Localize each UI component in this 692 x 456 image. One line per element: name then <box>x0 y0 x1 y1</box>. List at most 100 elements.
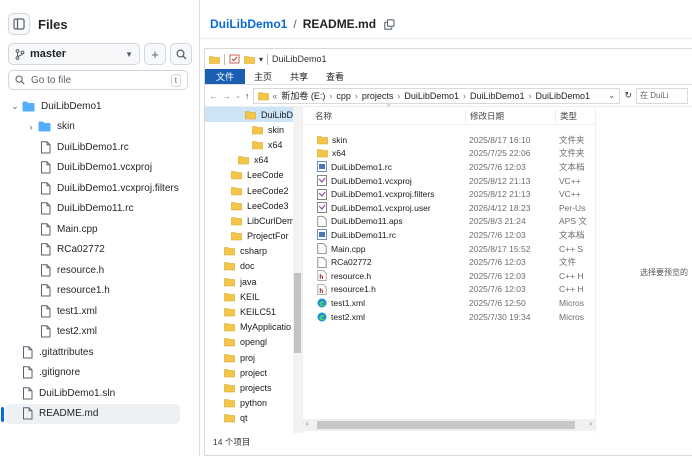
forward-icon[interactable]: → <box>222 91 231 101</box>
tree-item[interactable]: resource.h <box>0 260 200 281</box>
nav-pane-item[interactable]: MyApplicatio <box>205 320 302 335</box>
back-icon[interactable]: ← <box>209 91 218 101</box>
address-chevron-icon[interactable]: › <box>355 91 358 101</box>
file-row[interactable]: DuiLibDemo11.aps 2025/8/3 21:24 APS 文 <box>303 215 595 229</box>
file-row[interactable]: RCa02772 2025/7/6 12:03 文件 <box>303 255 595 269</box>
ribbon-tab[interactable]: 共享 <box>281 69 317 84</box>
nav-pane-item[interactable]: LeeCode <box>205 168 302 183</box>
file-row[interactable]: x64 2025/7/25 22:06 文件夹 <box>303 147 595 161</box>
ribbon-tab[interactable]: 查看 <box>317 69 353 84</box>
tree-item[interactable]: Main.cpp <box>0 219 200 240</box>
tree-item[interactable]: DuiLibDemo1.vcxproj <box>0 158 200 179</box>
tree-item[interactable]: RCa02772 <box>0 240 200 261</box>
navigation-pane-scrollbar[interactable] <box>293 107 302 433</box>
file-row[interactable]: DuiLibDemo1.rc 2025/7/6 12:03 文本档 <box>303 160 595 174</box>
address-chevron-icon[interactable]: › <box>528 91 531 101</box>
add-file-button[interactable]: + <box>144 43 166 65</box>
ribbon-tab[interactable]: 主页 <box>245 69 281 84</box>
tree-item[interactable]: resource1.h <box>0 281 200 302</box>
address-dropdown-icon[interactable]: ⌄ <box>608 90 616 101</box>
nav-pane-item[interactable]: java <box>205 274 302 289</box>
tree-item[interactable]: ⌄ DuiLibDemo1 <box>0 96 200 117</box>
file-row[interactable]: test2.xml 2025/7/30 19:34 Micros <box>303 310 595 324</box>
navigation-pane-scroll-thumb[interactable] <box>294 273 301 353</box>
nav-pane-item[interactable]: csharp <box>205 244 302 259</box>
tree-item[interactable]: › skin <box>0 117 200 138</box>
branch-selector[interactable]: master ▼ <box>8 43 140 65</box>
nav-pane-item[interactable]: qt <box>205 411 302 426</box>
tree-item[interactable]: DuiLibDemo11.rc <box>0 199 200 220</box>
file-row[interactable]: h resource.h 2025/7/6 12:03 C++ H <box>303 269 595 283</box>
nav-pane-item[interactable]: python <box>205 396 302 411</box>
recent-locations-icon[interactable]: ⌄ <box>235 92 241 100</box>
column-header-name[interactable]: 名称 <box>303 110 465 122</box>
nav-pane-item[interactable]: x64 <box>205 137 302 152</box>
go-to-file-input[interactable]: Go to file t <box>8 70 188 90</box>
collapse-sidebar-button[interactable] <box>8 13 30 35</box>
tree-item[interactable]: DuiLibDemo1.rc <box>0 137 200 158</box>
horizontal-scrollbar[interactable]: ‹ › <box>303 419 595 431</box>
address-segment[interactable]: DuiLibDemo1 <box>404 91 459 101</box>
tree-item[interactable]: DuiLibDemo1.vcxproj.filters <box>0 178 200 199</box>
nav-pane-item[interactable]: skin <box>205 122 302 137</box>
nav-pane-item[interactable]: proj <box>205 350 302 365</box>
nav-pane-item[interactable]: LibCurlDem <box>205 213 302 228</box>
chevron-down-icon[interactable]: ⌄ <box>10 101 20 112</box>
tree-item[interactable]: .gitignore <box>0 363 200 384</box>
tree-item-label: resource.h <box>57 264 105 276</box>
tree-item[interactable]: test1.xml <box>0 301 200 322</box>
nav-pane-item[interactable]: LeeCode3 <box>205 198 302 213</box>
properties-icon[interactable] <box>229 54 240 64</box>
file-row[interactable]: h resource1.h 2025/7/6 12:03 C++ H <box>303 283 595 297</box>
file-row[interactable]: DuiLibDemo1.vcxproj.filters 2025/8/12 21:… <box>303 187 595 201</box>
nav-pane-item[interactable]: KEIL <box>205 289 302 304</box>
search-button[interactable] <box>170 43 192 65</box>
address-segment[interactable]: projects <box>362 91 394 101</box>
search-icon <box>175 48 186 59</box>
tree-item-label: DuiLibDemo11.rc <box>57 203 134 215</box>
nav-pane-item[interactable]: x64 <box>205 153 302 168</box>
nav-pane-item[interactable]: doc <box>205 259 302 274</box>
address-segment[interactable]: cpp <box>336 91 351 101</box>
address-segment[interactable]: 新加卷 (E:) <box>281 89 325 102</box>
file-row[interactable]: skin 2025/8/17 16:10 文件夹 <box>303 133 595 147</box>
address-chevron-icon[interactable]: › <box>329 91 332 101</box>
address-chevron-icon[interactable]: › <box>463 91 466 101</box>
nav-pane-item[interactable]: DuiLibDe <box>205 107 302 123</box>
scroll-right-icon[interactable]: › <box>589 419 592 428</box>
address-bar[interactable]: «新加卷 (E:) › cpp › projects › DuiLibDemo1 › DuiLi… <box>253 87 621 104</box>
customize-toolbar-icon[interactable]: ▾ <box>259 55 263 64</box>
file-row[interactable]: DuiLibDemo1.vcxproj 2025/8/12 21:13 VC++ <box>303 174 595 188</box>
up-icon[interactable]: ↑ <box>245 91 250 101</box>
address-segment[interactable]: DuiLibDemo1 <box>535 91 590 101</box>
nav-pane-item[interactable]: opengl <box>205 335 302 350</box>
column-header-type[interactable]: 类型 <box>555 109 595 122</box>
nav-pane-item[interactable]: project <box>205 365 302 380</box>
copy-path-button[interactable] <box>384 18 395 30</box>
tree-item[interactable]: README.md <box>1 403 180 424</box>
nav-pane-item[interactable]: KEILC51 <box>205 304 302 319</box>
address-chevron-icon[interactable]: › <box>397 91 400 101</box>
tree-item[interactable]: .gitattributes <box>0 342 200 363</box>
address-overflow-icon[interactable]: « <box>272 91 277 101</box>
tree-item[interactable]: DuiLibDemo1.sln <box>0 383 200 404</box>
refresh-icon[interactable]: ↻ <box>624 90 632 101</box>
explorer-search-box[interactable]: 在 DuiLi <box>636 87 688 104</box>
file-row[interactable]: DuiLibDemo1.vcxproj.user 2026/4/12 18:23 P… <box>303 201 595 215</box>
new-folder-icon[interactable] <box>244 55 255 64</box>
scroll-left-icon[interactable]: ‹ <box>306 419 309 428</box>
nav-pane-item[interactable]: ProjectFor <box>205 229 302 244</box>
tree-item[interactable]: test2.xml <box>0 322 200 343</box>
breadcrumb-repo-link[interactable]: DuiLibDemo1 <box>210 17 287 31</box>
file-row[interactable]: Main.cpp 2025/8/17 15:52 C++ S <box>303 242 595 256</box>
column-header-date[interactable]: 修改日期 <box>465 109 555 122</box>
horizontal-scroll-thumb[interactable] <box>317 421 575 429</box>
file-row[interactable]: test1.xml 2025/7/6 12:50 Micros <box>303 296 595 310</box>
address-segment[interactable]: DuiLibDemo1 <box>470 91 525 101</box>
ribbon-tab[interactable]: 文件 <box>205 69 246 84</box>
nav-pane-item[interactable]: LeeCode2 <box>205 183 302 198</box>
header-divider <box>200 38 692 39</box>
chevron-right-icon[interactable]: › <box>26 122 36 132</box>
nav-pane-item[interactable]: projects <box>205 380 302 395</box>
file-row[interactable]: DuiLibDemo11.rc 2025/7/6 12:03 文本档 <box>303 228 595 242</box>
